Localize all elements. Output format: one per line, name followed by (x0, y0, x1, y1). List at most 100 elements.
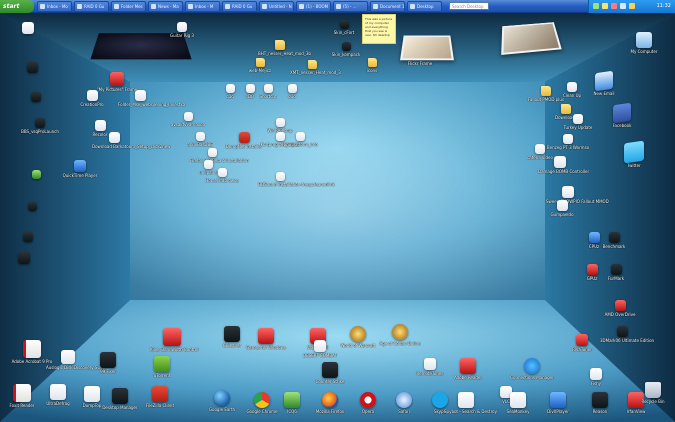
desktop-icon[interactable]: Ninuplatform_info (278, 132, 322, 147)
desktop-icon[interactable]: avsaktvvarnaxoa (166, 112, 210, 127)
desktop-icon[interactable]: QuickTime Player (58, 160, 102, 178)
desktop-icon-label: Recycle Bin (641, 399, 665, 404)
desktop-icon[interactable]: unkpaint (186, 160, 230, 175)
desktop-icon[interactable] (6, 232, 50, 243)
desktop-icon[interactable]: FileZilla Client (138, 386, 182, 408)
desktop-search-input[interactable]: Search Desktop (449, 2, 489, 10)
sticky-note[interactable]: This was a picture of my computer and ev… (362, 14, 396, 44)
window-icon (410, 4, 415, 9)
desktop-icon[interactable]: 99 Fixer (86, 352, 130, 374)
desktop-icon[interactable]: Turkey Update (556, 114, 600, 130)
desktop-icon[interactable]: Games for Windows (244, 328, 288, 350)
taskbar-button[interactable]: Untitled - N (259, 1, 294, 12)
desktop-icon[interactable]: Gumpaeldo (540, 200, 584, 217)
desktop-icon[interactable]: DivXPlayer (536, 392, 580, 414)
desktop-icon-label: SeaMonkey (506, 409, 530, 414)
desktop-icon[interactable]: BBS_vsqProLaunch (18, 118, 62, 134)
taskbar-button[interactable]: Inbox - M (185, 1, 220, 12)
desktop-icon[interactable]: FurMark (594, 264, 638, 281)
desktop-icon[interactable]: SeaMonkey (496, 392, 540, 414)
antivirus-icon[interactable] (611, 3, 617, 9)
desktop-icon[interactable]: DESERT COMBAT (298, 340, 342, 358)
window-icon (77, 4, 82, 9)
desktop-icon[interactable]: cDo (270, 84, 314, 99)
desktop-icon[interactable]: My Computer (622, 32, 666, 54)
doc-icon (134, 90, 146, 101)
green-icon (31, 170, 41, 179)
desktop-icon[interactable]: Recycle Bin (631, 382, 675, 404)
desktop-icon[interactable]: icons (350, 58, 394, 73)
desktop-icon[interactable]: Connections Manager (510, 358, 554, 380)
taskbar-button[interactable]: RAID 0 Gu (222, 1, 257, 12)
fz-icon (152, 386, 168, 402)
desktop-icon[interactable]: Adobe Reader (446, 358, 490, 380)
window-icon (373, 4, 378, 9)
taskbar-button[interactable]: Inbox - Mo (37, 1, 72, 12)
desktop-icon[interactable]: Desktop Manager (98, 388, 142, 410)
update-icon[interactable] (629, 3, 635, 9)
desktop-icon[interactable]: uTorrent (140, 356, 184, 378)
taskbar-button[interactable]: (1) - BOOM (296, 1, 331, 12)
taskbar-button[interactable]: RAID 0 Gu (74, 1, 109, 12)
desktop-icon[interactable]: 3DMark06 Ultimate Edition (600, 326, 654, 343)
desktop-icon[interactable]: AMD OverDrive (598, 300, 642, 317)
volume-icon[interactable] (602, 3, 608, 9)
dark-icon (339, 20, 349, 29)
desktop-icon-label: avsaktvvarnaxoa (170, 122, 206, 127)
taskbar-button-label: News - Ma (158, 4, 179, 9)
desktop-icon[interactable] (2, 252, 46, 265)
desktop-icon[interactable]: Guitar Rig 3 (160, 22, 204, 38)
desktop-icon[interactable]: Benchmark (592, 232, 636, 249)
window-icon (262, 4, 267, 9)
desktop-icon[interactable]: Killer Bandwidth Control (150, 328, 198, 352)
desktop-icon[interactable]: Skin_cFort (322, 20, 366, 35)
taskbar-button[interactable]: Document 1 (370, 1, 405, 12)
desktop-icon-label: DumpNet installer (225, 144, 263, 149)
desktop-icon[interactable]: Download Barkatoom_Setup_click2new (92, 132, 170, 149)
desktop-icon[interactable] (14, 170, 58, 180)
my-pictures-frame-photo[interactable] (501, 22, 562, 55)
desktop-icon[interactable]: Twitter (612, 140, 656, 168)
desktop-icon[interactable]: XMT_nesser_Heat_mod_3 (290, 60, 341, 75)
red-icon (460, 358, 476, 374)
desktop-icon[interactable] (10, 62, 54, 74)
taskbar-button[interactable]: Desktop (407, 1, 442, 12)
desktop-icon[interactable] (6, 22, 50, 35)
desktop-icon[interactable]: WinRAR tmp (258, 118, 302, 133)
taskbar-button[interactable]: News - Ma (148, 1, 183, 12)
desktop-icon-label: Gumpaeldo (550, 212, 574, 217)
desktop-icon[interactable]: Folder_Mse_websvening_Investka (118, 90, 185, 107)
desktop-icon[interactable]: Google Earth (200, 390, 244, 412)
desktop-icon[interactable]: Counter-Strike (308, 362, 352, 384)
desktop-icon[interactable]: Flickr Frame (398, 60, 442, 66)
flickr-frame-photo[interactable] (400, 35, 454, 61)
desktop-icon[interactable]: Auslogic Disk Discovery Suite (46, 350, 105, 370)
ie-icon (524, 358, 540, 374)
desktop-icon[interactable] (10, 202, 54, 212)
taskbar-button[interactable]: Folder Mes (111, 1, 146, 12)
clock[interactable]: 11:32 (657, 0, 671, 13)
ff-icon (322, 392, 338, 408)
desktop-icon[interactable]: Age of Conan Online (378, 324, 422, 346)
desktop-icon[interactable]: CreationPro (70, 90, 114, 107)
desktop-icon[interactable]: World of Warcraft (336, 326, 380, 348)
messenger-icon[interactable] (620, 3, 626, 9)
desktop-icon[interactable]: Fallout PMOD plus (524, 86, 568, 102)
network-icon[interactable] (593, 3, 599, 9)
desktop-icon[interactable] (14, 92, 58, 103)
desktop-icon[interactable]: DumpNet installer (222, 132, 266, 149)
desktop-icon[interactable]: RivaTuner (560, 334, 604, 352)
desktop-icon[interactable]: arkivBasDBE (178, 132, 222, 147)
desktop-icon[interactable]: Skin_kompack (324, 42, 368, 57)
desktop-icon[interactable]: Fishy (574, 368, 618, 386)
desktop-icon[interactable]: "My Pictures" Frame (95, 72, 139, 92)
desktop-icon[interactable]: Spybot - Search & Destroy (444, 392, 497, 414)
desktop-icon[interactable]: Damage BOMB Controller (538, 156, 589, 174)
desktop-icon[interactable]: Facebook (600, 102, 644, 128)
desktop-icon[interactable]: BHT_nesser_Heat_mod_3b (258, 40, 311, 56)
start-button[interactable]: start (0, 0, 34, 13)
desktop-icon[interactable]: web-Mejicz (238, 58, 282, 73)
doc-icon (458, 392, 474, 408)
taskbar-button[interactable]: (5) - ... (333, 1, 368, 12)
desktop-icon[interactable]: HDSound-installation-freepclearwnlink (258, 172, 335, 187)
